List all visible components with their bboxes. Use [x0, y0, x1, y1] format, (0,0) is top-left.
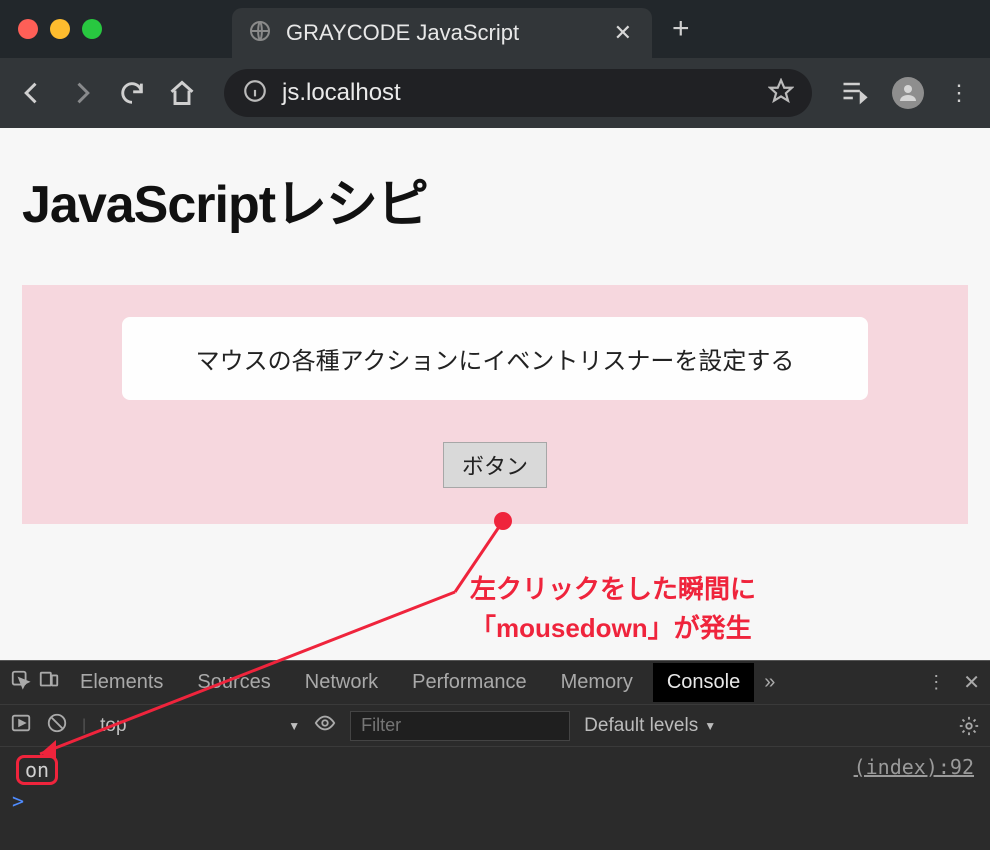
console-toolbar: | top ▼ Default levels ▼ [0, 705, 990, 747]
tab-performance[interactable]: Performance [398, 663, 541, 702]
profile-avatar[interactable] [892, 77, 924, 109]
log-origin[interactable]: (index):92 [854, 755, 974, 785]
bookmark-star-icon[interactable] [768, 78, 794, 109]
demo-panel: マウスの各種アクションにイベントリスナーを設定する ボタン [22, 285, 968, 524]
device-toggle-icon[interactable] [38, 669, 60, 696]
demo-button[interactable]: ボタン [443, 442, 547, 488]
tab-memory[interactable]: Memory [547, 663, 647, 702]
browser-menu-icon[interactable]: ⋮ [948, 80, 972, 106]
page-viewport: JavaScriptレシピ マウスの各種アクションにイベントリスナーを設定する … [0, 128, 990, 660]
devtools-menu-icon[interactable]: ⋮ [927, 672, 945, 693]
maximize-window-button[interactable] [82, 19, 102, 39]
log-levels-label: Default levels [584, 715, 698, 737]
description-card: マウスの各種アクションにイベントリスナーを設定する [122, 317, 868, 400]
inspect-element-icon[interactable] [10, 669, 32, 696]
console-play-icon[interactable] [10, 712, 32, 739]
globe-icon [248, 19, 272, 48]
devtools-panel: Elements Sources Network Performance Mem… [0, 660, 990, 850]
close-tab-icon[interactable]: ✕ [614, 20, 632, 46]
clear-console-icon[interactable] [46, 712, 68, 739]
window-controls [18, 19, 102, 39]
console-filter-input[interactable] [350, 711, 570, 741]
log-levels-selector[interactable]: Default levels ▼ [584, 715, 716, 737]
log-message: on [16, 755, 58, 785]
address-bar[interactable]: js.localhost [224, 69, 812, 117]
more-tabs-icon[interactable]: » [764, 671, 775, 694]
new-tab-button[interactable]: + [672, 12, 690, 46]
site-info-icon[interactable] [242, 78, 268, 109]
chevron-down-icon: ▼ [288, 719, 300, 733]
minimize-window-button[interactable] [50, 19, 70, 39]
media-queue-icon[interactable] [840, 77, 868, 110]
browser-toolbar: js.localhost ⋮ [0, 58, 990, 128]
log-entry: on (index):92 [12, 753, 978, 787]
tab-strip: GRAYCODE JavaScript ✕ + [0, 0, 990, 58]
url-text: js.localhost [282, 79, 754, 107]
tab-sources[interactable]: Sources [183, 663, 284, 702]
close-window-button[interactable] [18, 19, 38, 39]
home-button[interactable] [168, 79, 196, 107]
tab-elements[interactable]: Elements [66, 663, 177, 702]
forward-button[interactable] [68, 79, 96, 107]
console-log-area: on (index):92 > [0, 747, 990, 850]
browser-tab[interactable]: GRAYCODE JavaScript ✕ [232, 8, 652, 58]
eye-icon[interactable] [314, 712, 336, 739]
devtools-close-icon[interactable]: ✕ [963, 670, 980, 695]
tab-console[interactable]: Console [653, 663, 754, 702]
back-button[interactable] [18, 79, 46, 107]
tab-title: GRAYCODE JavaScript [286, 20, 600, 46]
chevron-down-icon: ▼ [704, 719, 716, 733]
reload-button[interactable] [118, 79, 146, 107]
devtools-tab-bar: Elements Sources Network Performance Mem… [0, 661, 990, 705]
page-heading: JavaScriptレシピ [22, 162, 968, 237]
context-selector[interactable]: top ▼ [100, 715, 300, 737]
tab-network[interactable]: Network [291, 663, 392, 702]
context-selector-value: top [100, 715, 126, 737]
console-prompt[interactable]: > [12, 789, 978, 813]
console-settings-icon[interactable] [958, 715, 980, 737]
